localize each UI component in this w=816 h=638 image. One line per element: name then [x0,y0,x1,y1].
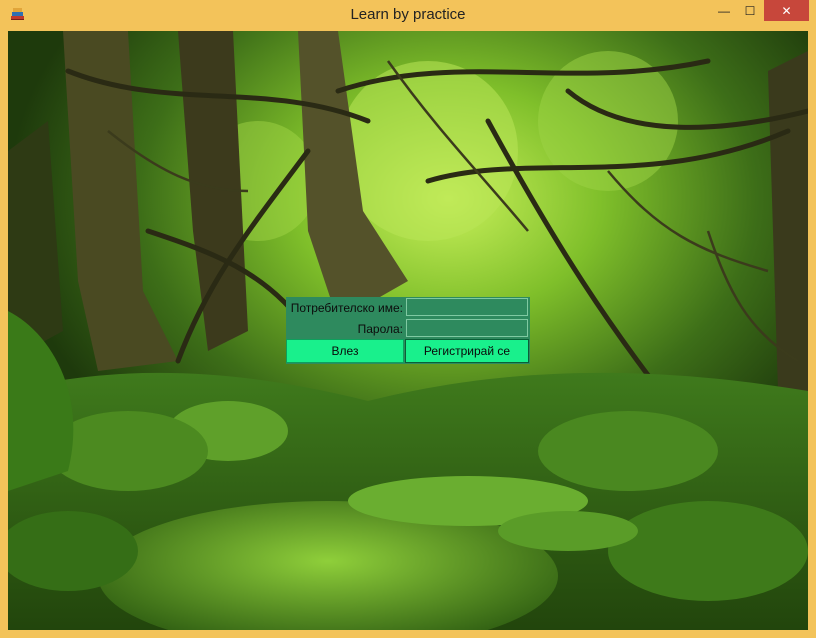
close-button[interactable]: ✕ [764,0,809,21]
window-title: Learn by practice [350,6,466,23]
password-input[interactable] [406,319,528,337]
title-bar[interactable]: Learn by practice — ☐ ✕ [0,0,816,31]
minimize-button[interactable]: — [711,0,737,21]
register-button[interactable]: Регистрирай се [405,339,529,363]
username-label: Потребителско име: [290,301,403,315]
window-content: Потребителско име: Парола: Влез Регистри… [8,31,808,630]
app-window: Learn by practice — ☐ ✕ Потребителско им… [0,0,816,638]
maximize-button[interactable]: ☐ [737,0,763,21]
login-button[interactable]: Влез [286,339,404,363]
username-input[interactable] [406,298,528,316]
password-label: Парола: [357,322,403,336]
login-panel: Потребителско име: Парола: Влез Регистри… [286,297,530,364]
